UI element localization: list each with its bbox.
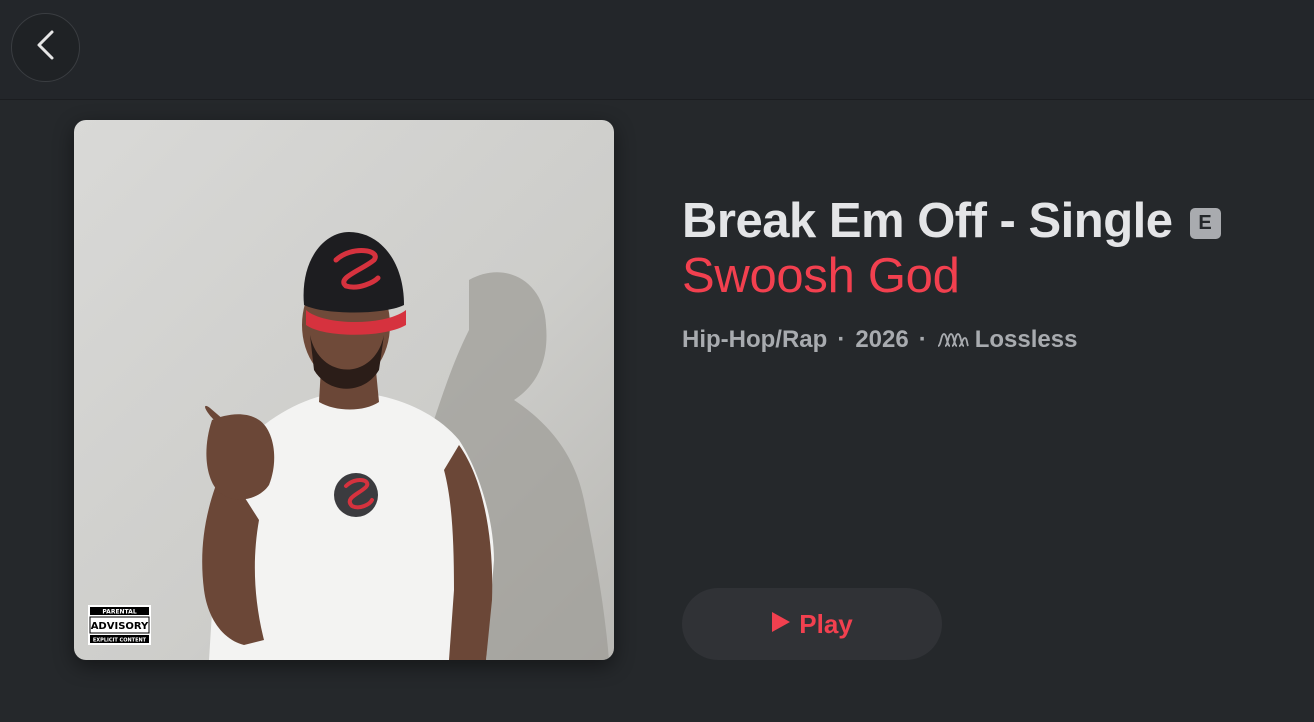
advisory-line2: ADVISORY	[91, 621, 149, 632]
genre-label: Hip-Hop/Rap	[682, 326, 828, 353]
quality-label: Lossless	[974, 326, 1078, 353]
artist-link[interactable]: Swoosh God	[682, 248, 1282, 310]
play-button[interactable]: Play	[682, 588, 942, 660]
meta-separator: ·	[918, 326, 927, 353]
top-bar	[0, 0, 1314, 100]
album-info: Break Em Off - Single E Swoosh God Hip-H…	[682, 190, 1282, 354]
play-icon	[771, 611, 791, 638]
album-meta: Hip-Hop/Rap · 2026 · Lossless	[682, 326, 1282, 354]
meta-separator: ·	[837, 326, 846, 353]
play-label: Play	[799, 608, 853, 639]
title-row: Break Em Off - Single E	[682, 190, 1282, 252]
explicit-badge: E	[1189, 207, 1221, 239]
advisory-line3: EXPLICIT CONTENT	[93, 638, 147, 644]
parental-advisory-label: PARENTAL ADVISORY EXPLICIT CONTENT	[88, 605, 151, 645]
year-label: 2026	[855, 326, 909, 353]
album-artwork-image: PARENTAL ADVISORY EXPLICIT CONTENT	[74, 120, 614, 660]
album-artwork[interactable]: PARENTAL ADVISORY EXPLICIT CONTENT	[74, 120, 614, 660]
advisory-line1: PARENTAL	[102, 609, 137, 616]
album-title: Break Em Off - Single	[682, 194, 1173, 248]
chevron-left-icon	[35, 29, 57, 66]
back-button[interactable]	[11, 13, 80, 82]
lossless-wave-icon	[937, 330, 969, 350]
